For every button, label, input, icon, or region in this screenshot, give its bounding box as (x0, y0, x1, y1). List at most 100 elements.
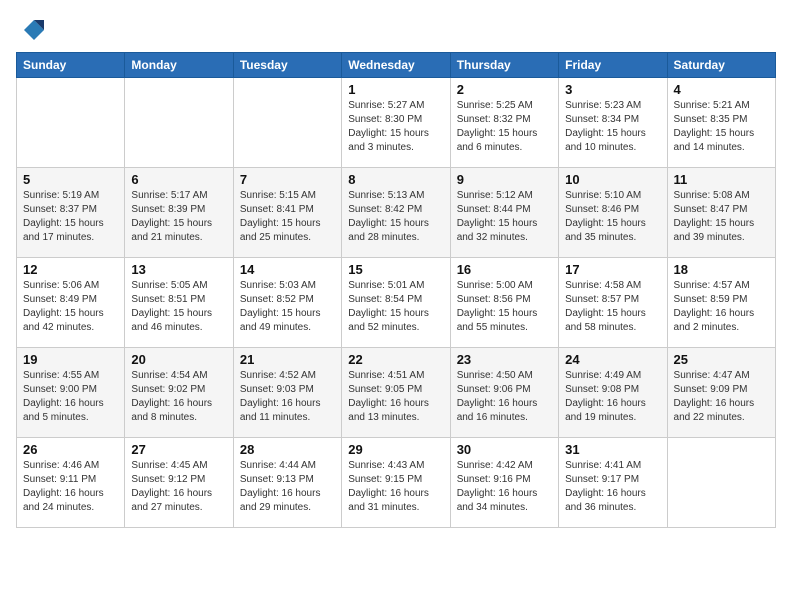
cell-content: Sunrise: 4:45 AM (131, 459, 226, 473)
calendar-cell: 21Sunrise: 4:52 AMSunset: 9:03 PMDayligh… (233, 348, 341, 438)
cell-content: Daylight: 15 hours (348, 307, 443, 321)
calendar-cell: 24Sunrise: 4:49 AMSunset: 9:08 PMDayligh… (559, 348, 667, 438)
calendar-cell: 14Sunrise: 5:03 AMSunset: 8:52 PMDayligh… (233, 258, 341, 348)
cell-content: Sunrise: 4:50 AM (457, 369, 552, 383)
day-number: 23 (457, 352, 552, 367)
calendar-cell: 29Sunrise: 4:43 AMSunset: 9:15 PMDayligh… (342, 438, 450, 528)
cell-content: and 13 minutes. (348, 411, 443, 425)
calendar-cell: 16Sunrise: 5:00 AMSunset: 8:56 PMDayligh… (450, 258, 558, 348)
day-number: 4 (674, 82, 769, 97)
cell-content: and 21 minutes. (131, 231, 226, 245)
calendar-cell: 7Sunrise: 5:15 AMSunset: 8:41 PMDaylight… (233, 168, 341, 258)
calendar-cell: 3Sunrise: 5:23 AMSunset: 8:34 PMDaylight… (559, 78, 667, 168)
calendar-cell: 25Sunrise: 4:47 AMSunset: 9:09 PMDayligh… (667, 348, 775, 438)
page-header (16, 16, 776, 44)
cell-content: Sunrise: 4:46 AM (23, 459, 118, 473)
calendar-cell (667, 438, 775, 528)
cell-content: Sunrise: 5:15 AM (240, 189, 335, 203)
day-header-thursday: Thursday (450, 53, 558, 78)
cell-content: and 46 minutes. (131, 321, 226, 335)
cell-content: and 32 minutes. (457, 231, 552, 245)
cell-content: and 52 minutes. (348, 321, 443, 335)
day-number: 11 (674, 172, 769, 187)
cell-content: and 27 minutes. (131, 501, 226, 515)
cell-content: Sunset: 9:17 PM (565, 473, 660, 487)
cell-content: Sunrise: 5:06 AM (23, 279, 118, 293)
cell-content: and 28 minutes. (348, 231, 443, 245)
day-header-row: SundayMondayTuesdayWednesdayThursdayFrid… (17, 53, 776, 78)
cell-content: Sunrise: 5:13 AM (348, 189, 443, 203)
cell-content: Daylight: 15 hours (565, 127, 660, 141)
cell-content: Sunset: 8:52 PM (240, 293, 335, 307)
cell-content: Daylight: 15 hours (674, 217, 769, 231)
calendar-cell: 13Sunrise: 5:05 AMSunset: 8:51 PMDayligh… (125, 258, 233, 348)
calendar-cell: 28Sunrise: 4:44 AMSunset: 9:13 PMDayligh… (233, 438, 341, 528)
cell-content: and 2 minutes. (674, 321, 769, 335)
cell-content: Daylight: 16 hours (131, 397, 226, 411)
cell-content: Sunset: 8:54 PM (348, 293, 443, 307)
cell-content: and 55 minutes. (457, 321, 552, 335)
cell-content: Sunset: 8:32 PM (457, 113, 552, 127)
cell-content: Sunset: 9:03 PM (240, 383, 335, 397)
cell-content: Daylight: 15 hours (23, 217, 118, 231)
cell-content: Sunrise: 4:44 AM (240, 459, 335, 473)
day-number: 15 (348, 262, 443, 277)
cell-content: and 6 minutes. (457, 141, 552, 155)
day-number: 9 (457, 172, 552, 187)
cell-content: and 3 minutes. (348, 141, 443, 155)
cell-content: Sunrise: 4:58 AM (565, 279, 660, 293)
cell-content: Sunset: 9:11 PM (23, 473, 118, 487)
calendar-cell: 4Sunrise: 5:21 AMSunset: 8:35 PMDaylight… (667, 78, 775, 168)
cell-content: Sunset: 9:13 PM (240, 473, 335, 487)
cell-content: Sunset: 9:15 PM (348, 473, 443, 487)
cell-content: Daylight: 16 hours (348, 397, 443, 411)
cell-content: Daylight: 15 hours (240, 307, 335, 321)
calendar-cell (125, 78, 233, 168)
day-number: 13 (131, 262, 226, 277)
cell-content: Daylight: 16 hours (23, 487, 118, 501)
logo (16, 16, 48, 44)
cell-content: Daylight: 15 hours (240, 217, 335, 231)
cell-content: and 31 minutes. (348, 501, 443, 515)
day-number: 25 (674, 352, 769, 367)
cell-content: and 5 minutes. (23, 411, 118, 425)
day-number: 16 (457, 262, 552, 277)
cell-content: Daylight: 16 hours (565, 487, 660, 501)
cell-content: Sunrise: 4:42 AM (457, 459, 552, 473)
cell-content: Sunrise: 5:08 AM (674, 189, 769, 203)
day-number: 20 (131, 352, 226, 367)
cell-content: Daylight: 15 hours (457, 127, 552, 141)
cell-content: Sunset: 9:05 PM (348, 383, 443, 397)
cell-content: Daylight: 16 hours (457, 487, 552, 501)
cell-content: and 10 minutes. (565, 141, 660, 155)
day-number: 28 (240, 442, 335, 457)
cell-content: and 36 minutes. (565, 501, 660, 515)
week-row-3: 12Sunrise: 5:06 AMSunset: 8:49 PMDayligh… (17, 258, 776, 348)
cell-content: Sunset: 8:49 PM (23, 293, 118, 307)
week-row-1: 1Sunrise: 5:27 AMSunset: 8:30 PMDaylight… (17, 78, 776, 168)
week-row-2: 5Sunrise: 5:19 AMSunset: 8:37 PMDaylight… (17, 168, 776, 258)
cell-content: Sunrise: 5:17 AM (131, 189, 226, 203)
cell-content: Daylight: 16 hours (348, 487, 443, 501)
cell-content: Sunrise: 4:55 AM (23, 369, 118, 383)
cell-content: Sunrise: 5:21 AM (674, 99, 769, 113)
cell-content: Sunrise: 4:52 AM (240, 369, 335, 383)
cell-content: and 22 minutes. (674, 411, 769, 425)
cell-content: Sunset: 8:46 PM (565, 203, 660, 217)
day-number: 21 (240, 352, 335, 367)
cell-content: Sunset: 8:34 PM (565, 113, 660, 127)
cell-content: Daylight: 16 hours (131, 487, 226, 501)
cell-content: Sunset: 9:00 PM (23, 383, 118, 397)
cell-content: and 11 minutes. (240, 411, 335, 425)
day-header-saturday: Saturday (667, 53, 775, 78)
cell-content: Daylight: 15 hours (348, 127, 443, 141)
cell-content: Sunrise: 4:49 AM (565, 369, 660, 383)
cell-content: Daylight: 15 hours (131, 217, 226, 231)
cell-content: Sunset: 8:57 PM (565, 293, 660, 307)
cell-content: Daylight: 15 hours (457, 307, 552, 321)
calendar-cell: 9Sunrise: 5:12 AMSunset: 8:44 PMDaylight… (450, 168, 558, 258)
cell-content: Daylight: 16 hours (674, 307, 769, 321)
cell-content: Sunrise: 5:00 AM (457, 279, 552, 293)
cell-content: Daylight: 15 hours (674, 127, 769, 141)
cell-content: Sunrise: 4:41 AM (565, 459, 660, 473)
